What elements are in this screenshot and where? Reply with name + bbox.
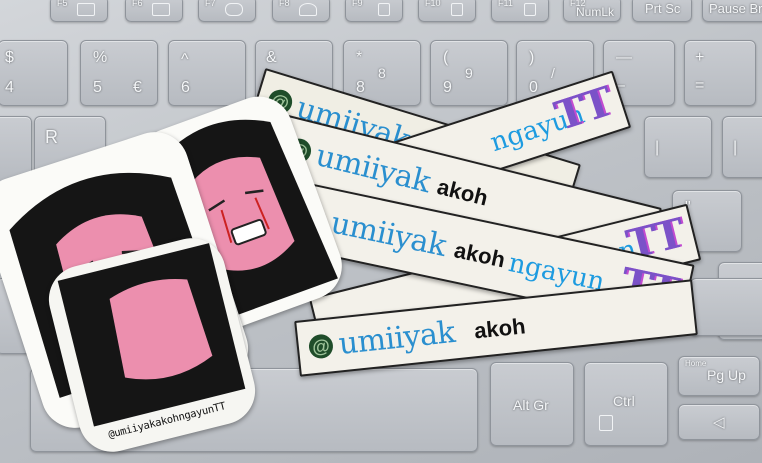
key-bracket-open-glyph: |: [655, 139, 660, 156]
key-home-label: Home: [685, 359, 707, 368]
key-9-alt: 9: [465, 65, 473, 81]
key-pause-label: Pause Br: [709, 1, 762, 16]
key-4-top: $: [5, 49, 14, 66]
key-f10[interactable]: F10: [418, 0, 476, 22]
key-9[interactable]: ( 9 9: [430, 40, 508, 106]
sticker-word-umiiyak: umiiyak: [337, 314, 457, 362]
screen-icon: [77, 3, 95, 16]
key-f7[interactable]: F7: [198, 0, 256, 22]
key-ctrl[interactable]: Ctrl: [584, 362, 668, 446]
key-equals-bottom: =: [695, 77, 705, 94]
key-8-bottom: 8: [356, 79, 365, 96]
photo-scene: F5 F6 F7 F8 F9 F10 F11 F12 NumLk Prt Sc …: [0, 0, 762, 463]
volume-down-icon: [451, 3, 463, 16]
key-equals-top: +: [695, 49, 705, 66]
key-6[interactable]: ^ 6: [168, 40, 246, 106]
key-f12[interactable]: F12 NumLk: [563, 0, 621, 22]
key-r-label: R: [45, 127, 58, 147]
display-icon: [152, 3, 170, 16]
key-equals[interactable]: + =: [684, 40, 756, 106]
key-arrow-left[interactable]: ◁: [678, 404, 760, 440]
sticker-word-akoh: akoh: [451, 237, 508, 273]
key-numlk-label: NumLk: [576, 5, 615, 19]
key-f9-label: F9: [352, 0, 363, 8]
key-pg-up[interactable]: Home Pg Up: [678, 356, 760, 396]
key-shift-right[interactable]: [690, 278, 762, 336]
key-bracket-close[interactable]: |: [722, 116, 762, 178]
volume-up-icon: [524, 3, 536, 16]
key-bracket-close-glyph: |: [733, 139, 738, 156]
key-5[interactable]: % 5 €: [80, 40, 158, 106]
key-f8[interactable]: F8: [272, 0, 330, 22]
key-f7-label: F7: [205, 0, 216, 8]
arrow-left-icon: ◁: [713, 414, 725, 431]
key-4[interactable]: $ 4: [0, 40, 68, 106]
key-8-top: *: [356, 49, 363, 66]
key-8-alt: 8: [378, 65, 386, 81]
key-alt-gr[interactable]: Alt Gr: [490, 362, 574, 446]
key-pg-up-label: Pg Up: [707, 367, 746, 383]
key-5-bottom: 5: [93, 79, 102, 96]
key-7-top: &: [266, 49, 277, 66]
key-9-top: (: [443, 49, 449, 66]
key-6-top: ^: [181, 51, 189, 68]
key-f8-label: F8: [279, 0, 290, 8]
key-6-bottom: 6: [181, 79, 190, 96]
sticker-word-akoh: akoh: [472, 313, 527, 344]
sticker-word-akoh: akoh: [434, 173, 491, 211]
key-0-top: ): [529, 49, 535, 66]
key-f10-label: F10: [425, 0, 441, 8]
key-0-alt: /: [551, 65, 555, 81]
key-pause[interactable]: Pause Br: [702, 0, 762, 22]
key-prtsc[interactable]: Prt Sc: [632, 0, 692, 22]
key-f5[interactable]: F5: [50, 0, 108, 22]
key-4-bottom: 4: [5, 79, 14, 96]
key-f11-label: F11: [498, 0, 513, 8]
key-f6-label: F6: [132, 0, 143, 8]
key-bracket-open[interactable]: |: [644, 116, 712, 178]
key-f9[interactable]: F9: [345, 0, 403, 22]
touchpad-icon: [225, 3, 243, 16]
key-f11[interactable]: F11: [491, 0, 549, 22]
key-minus-top: —: [616, 49, 632, 66]
key-9-bottom: 9: [443, 79, 452, 96]
key-f6[interactable]: F6: [125, 0, 183, 22]
key-5-top: %: [93, 49, 108, 66]
mute-icon: [378, 3, 390, 16]
key-prtsc-label: Prt Sc: [645, 1, 681, 16]
at-sign-icon: @: [307, 333, 335, 360]
key-f5-label: F5: [57, 0, 68, 8]
sticker-word-umiiyak: umiiyak: [327, 205, 450, 264]
key-ctrl-label: Ctrl: [613, 393, 635, 409]
menu-icon: [599, 415, 613, 431]
brightness-icon: [299, 3, 317, 16]
key-alt-gr-label: Alt Gr: [513, 397, 549, 413]
key-5-alt: €: [133, 79, 142, 96]
